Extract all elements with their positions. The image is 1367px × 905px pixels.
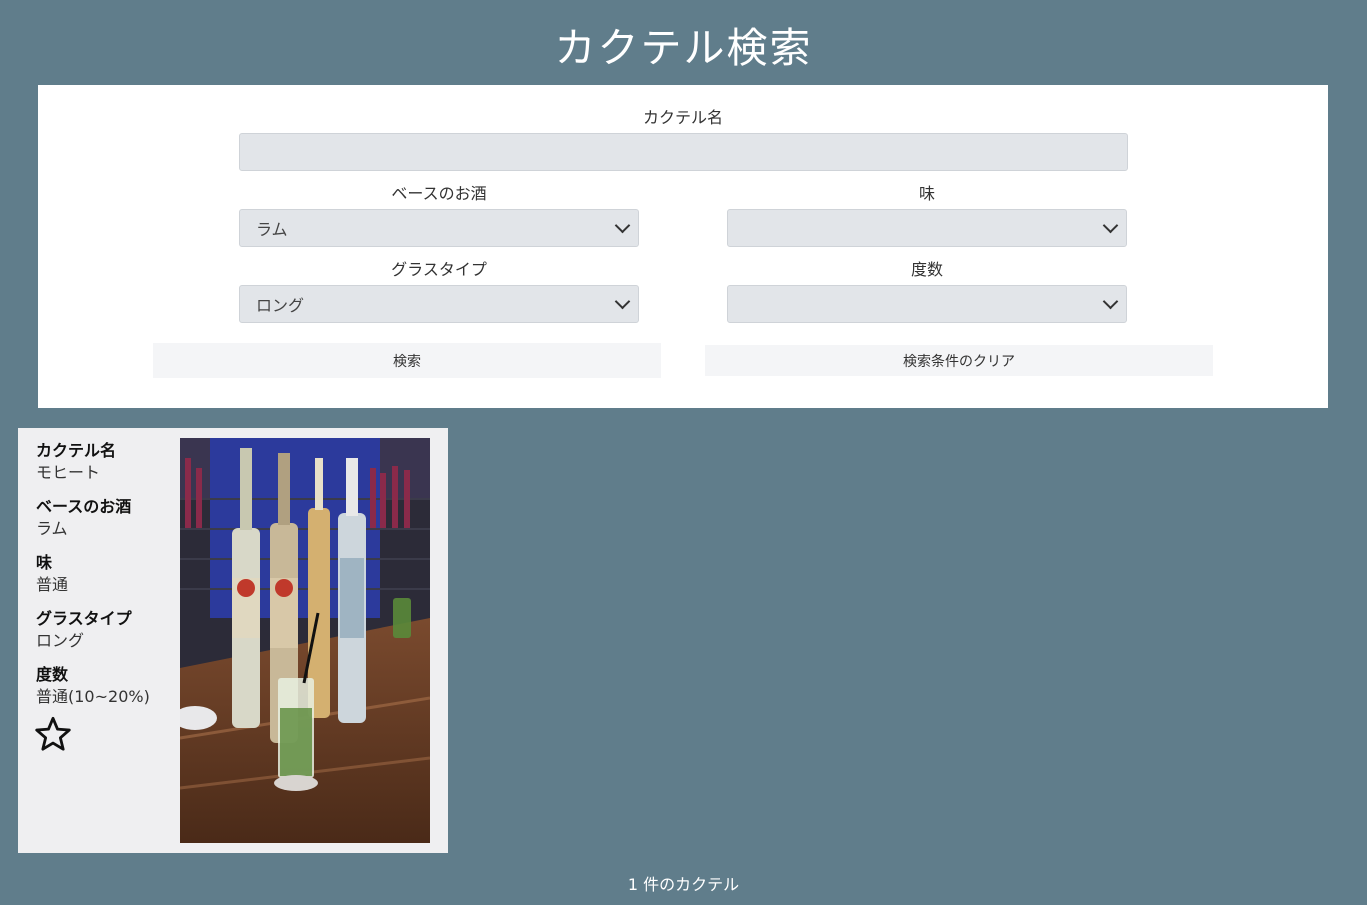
cocktail-card: カクテル名 モヒート ベースのお酒 ラム 味 普通 グラスタイプ ロング 度数 …	[18, 428, 448, 853]
cocktail-name-heading: カクテル名	[36, 441, 117, 460]
base-liquor-value: ラム	[256, 220, 288, 239]
glass-type-label: グラスタイプ	[391, 260, 487, 279]
base-liquor-select[interactable]: ラム	[239, 209, 639, 247]
taste-heading: 味	[36, 553, 53, 572]
strength-select[interactable]	[727, 285, 1127, 323]
base-liquor-value: ラム	[36, 519, 68, 538]
taste-value: 普通	[36, 575, 69, 594]
base-liquor-heading: ベースのお酒	[36, 497, 132, 516]
glass-type-select[interactable]: ロング	[239, 285, 639, 323]
glass-type-heading: グラスタイプ	[36, 609, 132, 628]
cocktail-name-input[interactable]	[239, 133, 1128, 171]
search-panel: カクテル名 ベースのお酒 ラム 味 グラスタイプ ロング 度数 検索 検索条件の…	[38, 85, 1328, 408]
chevron-down-icon	[1102, 217, 1119, 234]
cocktail-name-label: カクテル名	[642, 108, 723, 127]
taste-select[interactable]	[727, 209, 1127, 247]
page-title: カクテル検索	[554, 24, 813, 72]
chevron-down-icon	[614, 293, 631, 310]
cocktail-name-value: モヒート	[36, 463, 101, 482]
chevron-down-icon	[1102, 293, 1119, 310]
chevron-down-icon	[614, 217, 631, 234]
result-count: 1 件のカクテル	[627, 875, 740, 894]
glass-type-value: ロング	[36, 631, 85, 650]
cocktail-photo	[180, 438, 430, 843]
clear-search-button[interactable]: 検索条件のクリア	[705, 345, 1213, 376]
strength-heading: 度数	[36, 665, 69, 684]
favorite-star-icon[interactable]	[34, 716, 72, 756]
taste-label: 味	[918, 184, 935, 203]
cocktail-details: カクテル名 モヒート ベースのお酒 ラム 味 普通 グラスタイプ ロング 度数 …	[36, 440, 186, 720]
strength-label: 度数	[910, 260, 943, 279]
glass-type-value: ロング	[256, 296, 305, 315]
base-liquor-label: ベースのお酒	[391, 184, 487, 203]
strength-value: 普通(10~20%)	[36, 687, 150, 706]
search-button[interactable]: 検索	[153, 343, 661, 378]
